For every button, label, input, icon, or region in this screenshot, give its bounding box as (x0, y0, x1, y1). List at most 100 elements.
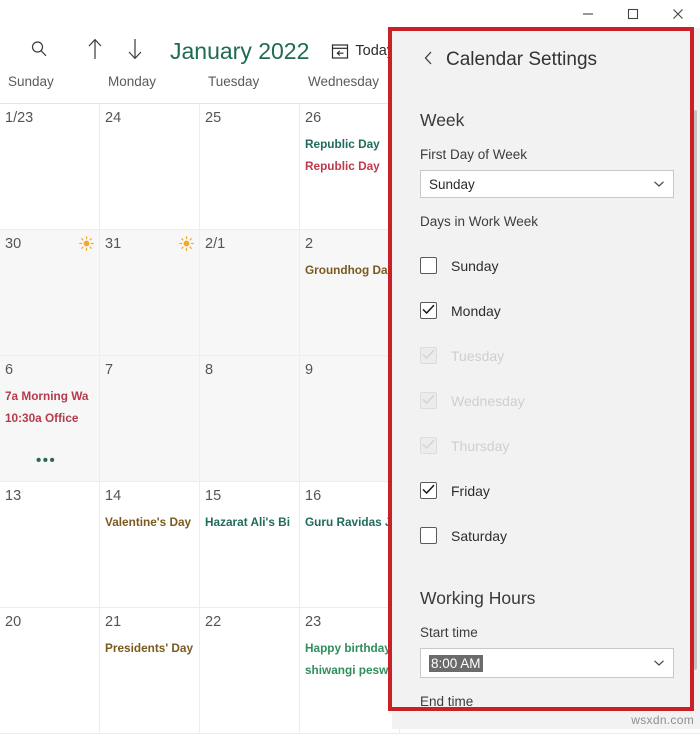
more-events-indicator[interactable]: ••• (36, 453, 56, 468)
search-icon (29, 39, 49, 64)
close-button[interactable] (655, 0, 700, 28)
day-cell-header: 16 (305, 488, 394, 508)
day-cell-header: 25 (205, 110, 294, 130)
day-number: 8 (205, 362, 214, 378)
day-cell-header: 1/23 (5, 110, 94, 130)
maximize-button[interactable] (610, 0, 655, 28)
settings-scrollbar[interactable] (694, 110, 697, 670)
calendar-day-cell[interactable]: 21 Presidents' Day (100, 608, 200, 733)
next-month-button[interactable] (118, 34, 152, 68)
work-week-checkbox-list: Sunday Monday Tuesday Wednesday Thursday Frid… (420, 243, 674, 558)
close-icon (672, 8, 684, 20)
checkbox[interactable] (420, 527, 437, 544)
day-cell-header: 9 (305, 362, 394, 382)
day-cell-header: 26 (305, 110, 394, 130)
arrow-down-icon (125, 37, 145, 66)
calendar-day-cell[interactable]: 26 Republic Day Republic Day (300, 104, 400, 229)
day-number: 21 (105, 614, 122, 630)
calendar-event[interactable]: Republic Day (305, 159, 394, 174)
calendar-settings-panel: Calendar Settings Week First Day of Week… (392, 28, 700, 729)
work-week-day-label: Monday (451, 302, 501, 319)
day-cell-header: 8 (205, 362, 294, 382)
calendar-day-cell[interactable]: 9 (300, 356, 400, 481)
day-cell-header: 23 (305, 614, 394, 634)
day-cell-header: 24 (105, 110, 194, 130)
calendar-day-cell[interactable]: 25 (200, 104, 300, 229)
day-number: 22 (205, 614, 222, 630)
checkbox[interactable] (420, 302, 437, 319)
working-hours-heading: Working Hours (420, 588, 536, 608)
start-time-label: Start time (420, 625, 478, 640)
checkbox (420, 347, 437, 364)
calendar-event[interactable]: Republic Day (305, 137, 394, 152)
previous-month-button[interactable] (78, 34, 112, 68)
back-button[interactable] (416, 50, 442, 71)
calendar-event[interactable]: Groundhog Day (305, 263, 394, 278)
calendar-day-cell[interactable]: 15 Hazarat Ali's Bi (200, 482, 300, 607)
first-day-of-week-select[interactable]: Sunday (420, 170, 674, 198)
checkbox[interactable] (420, 482, 437, 499)
search-button[interactable] (22, 34, 56, 68)
day-cell-header: 14 (105, 488, 194, 508)
calendar-day-cell[interactable]: 23 Happy birthday shiwangi peswa (300, 608, 400, 733)
calendar-day-cell[interactable]: 14 Valentine's Day (100, 482, 200, 607)
calendar-event[interactable]: Guru Ravidas Ja (305, 515, 398, 530)
calendar-day-cell[interactable]: 7 (100, 356, 200, 481)
app-window: January 2022 Today Sunday Monday Tuesday… (0, 0, 700, 734)
checkmark-icon (422, 302, 435, 320)
calendar-event[interactable]: Hazarat Ali's Bi (205, 515, 294, 530)
day-name: Tuesday (208, 74, 260, 89)
calendar-event[interactable]: Happy birthday (305, 641, 394, 656)
calendar-event[interactable]: Presidents' Day (105, 641, 194, 656)
first-day-of-week-label: First Day of Week (420, 147, 528, 162)
day-number: 30 (5, 236, 22, 252)
work-week-day-friday[interactable]: Friday (420, 468, 674, 513)
day-number: 15 (205, 488, 222, 504)
work-week-day-label: Sunday (451, 257, 499, 274)
calendar-day-cell[interactable]: 22 (200, 608, 300, 733)
calendar-event[interactable]: 7a Morning Wa (5, 389, 94, 404)
calendar-day-cell[interactable]: 6 7a Morning Wa 10:30a Office ••• (0, 356, 100, 481)
work-week-day-monday[interactable]: Monday (420, 288, 674, 333)
settings-header: Calendar Settings (416, 28, 674, 80)
today-button[interactable]: Today (331, 42, 394, 60)
calendar-event[interactable]: shiwangi peswa (305, 663, 395, 678)
first-day-of-week-value: Sunday (429, 176, 475, 192)
day-number: 31 (105, 236, 122, 252)
calendar-event[interactable]: Valentine's Day (105, 515, 194, 530)
calendar-day-cell[interactable]: 2 Groundhog Day (300, 230, 400, 355)
sun-weather-icon (79, 236, 94, 254)
settings-scroll-region: Calendar Settings Week First Day of Week… (392, 28, 700, 729)
end-time-label: End time (420, 694, 474, 709)
day-number: 26 (305, 110, 322, 126)
calendar-day-cell[interactable]: 1/23 (0, 104, 100, 229)
calendar-day-cell[interactable]: 2/1 (200, 230, 300, 355)
work-week-day-label: Friday (451, 482, 490, 499)
calendar-day-cell[interactable]: 24 (100, 104, 200, 229)
work-week-day-tuesday: Tuesday (420, 333, 674, 378)
work-week-day-thursday: Thursday (420, 423, 674, 468)
window-titlebar (0, 0, 700, 28)
month-title[interactable]: January 2022 (170, 38, 309, 65)
calendar-day-cell[interactable]: 8 (200, 356, 300, 481)
checkbox (420, 437, 437, 454)
minimize-button[interactable] (565, 0, 610, 28)
checkmark-icon (422, 482, 435, 500)
day-number: 7 (105, 362, 114, 378)
day-cell-header: 30 (5, 236, 94, 256)
checkbox[interactable] (420, 257, 437, 274)
work-week-day-sunday[interactable]: Sunday (420, 243, 674, 288)
work-week-day-saturday[interactable]: Saturday (420, 513, 674, 558)
start-time-select[interactable]: 8:00 AM (420, 648, 674, 678)
days-in-work-week-label: Days in Work Week (420, 214, 539, 229)
day-cell-header: 6 (5, 362, 94, 382)
day-cell-header: 2/1 (205, 236, 294, 256)
calendar-day-cell[interactable]: 30 (0, 230, 100, 355)
day-number: 24 (105, 110, 122, 126)
calendar-day-cell[interactable]: 31 (100, 230, 200, 355)
calendar-event[interactable]: 10:30a Office (5, 411, 94, 426)
calendar-day-cell[interactable]: 20 (0, 608, 100, 733)
calendar-day-cell[interactable]: 16 Guru Ravidas Ja (300, 482, 400, 607)
calendar-today-icon (331, 42, 349, 60)
calendar-day-cell[interactable]: 13 (0, 482, 100, 607)
